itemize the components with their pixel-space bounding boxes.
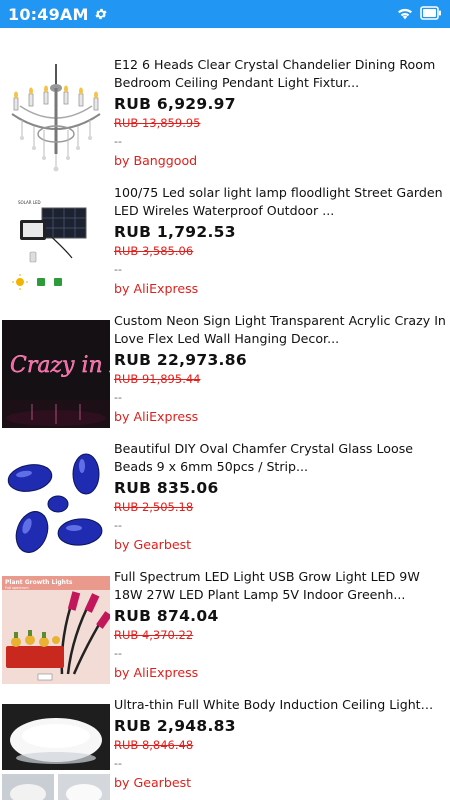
product-info: Full Spectrum LED Light USB Grow Light L… xyxy=(114,568,448,682)
product-old-price: RUB 91,895.44 xyxy=(114,372,201,386)
product-info: E12 6 Heads Clear Crystal Chandelier Din… xyxy=(114,56,448,170)
product-seller: by AliExpress xyxy=(114,665,199,680)
product-image-blue-beads[interactable] xyxy=(2,448,110,556)
product-extra: -- xyxy=(114,263,122,276)
product-old-price: RUB 2,505.18 xyxy=(114,500,194,514)
product-old-price: RUB 3,585.06 xyxy=(114,244,194,258)
product-price: RUB 874.04 xyxy=(114,607,219,625)
product-extra: -- xyxy=(114,519,122,532)
grow-light-image-subtitle: Full spectrum xyxy=(5,586,29,590)
product-title[interactable]: E12 6 Heads Clear Crystal Chandelier Din… xyxy=(114,56,448,92)
product-title[interactable]: Full Spectrum LED Light USB Grow Light L… xyxy=(114,568,448,604)
product-extra: -- xyxy=(114,757,122,770)
battery-icon xyxy=(420,5,442,24)
product-old-price: RUB 8,846.48 xyxy=(114,738,194,752)
svg-text:SOLAR LED: SOLAR LED xyxy=(18,200,41,205)
product-info: 100/75 Led solar light lamp floodlight S… xyxy=(114,184,448,298)
product-old-price: RUB 13,859.95 xyxy=(114,116,201,130)
product-card[interactable]: Ultra-thin Full White Body Induction Cei… xyxy=(0,696,450,800)
product-title[interactable]: Beautiful DIY Oval Chamfer Crystal Glass… xyxy=(114,440,448,476)
wifi-icon xyxy=(396,5,414,24)
status-time: 10:49AM xyxy=(8,4,89,24)
product-title[interactable]: Custom Neon Sign Light Transparent Acryl… xyxy=(114,312,448,348)
product-card[interactable]: SOLAR LED 100/75 Led solar light lamp fl… xyxy=(0,184,450,312)
product-seller: by Gearbest xyxy=(114,775,192,790)
product-title[interactable]: 100/75 Led solar light lamp floodlight S… xyxy=(114,184,448,220)
product-old-price: RUB 4,370.22 xyxy=(114,628,194,642)
grow-light-image-title: Plant Growth Lights xyxy=(5,579,73,586)
product-card[interactable]: Plant Growth Lights Full spectrum Full S… xyxy=(0,568,450,696)
neon-sign-text: Crazy in Love xyxy=(10,353,110,378)
product-image-ceiling-light[interactable] xyxy=(2,704,110,800)
product-extra: -- xyxy=(114,135,122,148)
status-bar: 10:49AM xyxy=(0,0,450,28)
product-seller: by AliExpress xyxy=(114,281,199,296)
product-seller: by Banggood xyxy=(114,153,198,168)
product-extra: -- xyxy=(114,647,122,660)
product-price: RUB 2,948.83 xyxy=(114,717,236,735)
product-image-grow-light[interactable]: Plant Growth Lights Full spectrum xyxy=(2,576,110,684)
product-image-chandelier[interactable] xyxy=(2,64,110,172)
product-info: Ultra-thin Full White Body Induction Cei… xyxy=(114,696,448,792)
product-price: RUB 1,792.53 xyxy=(114,223,236,241)
product-info: Custom Neon Sign Light Transparent Acryl… xyxy=(114,312,448,426)
product-card[interactable]: Beautiful DIY Oval Chamfer Crystal Glass… xyxy=(0,440,450,568)
gear-icon xyxy=(94,7,108,21)
product-price: RUB 6,929.97 xyxy=(114,95,236,113)
product-image-solar-floodlight[interactable]: SOLAR LED xyxy=(2,192,110,300)
product-list: E12 6 Heads Clear Crystal Chandelier Din… xyxy=(0,56,450,800)
product-extra: -- xyxy=(114,391,122,404)
product-card[interactable]: Crazy in Love Custom Neon Sign Light Tra… xyxy=(0,312,450,440)
product-price: RUB 835.06 xyxy=(114,479,219,497)
product-image-neon-sign[interactable]: Crazy in Love xyxy=(2,320,110,428)
product-info: Beautiful DIY Oval Chamfer Crystal Glass… xyxy=(114,440,448,554)
product-seller: by Gearbest xyxy=(114,537,192,552)
product-seller: by AliExpress xyxy=(114,409,199,424)
product-card[interactable]: E12 6 Heads Clear Crystal Chandelier Din… xyxy=(0,56,450,184)
product-price: RUB 22,973.86 xyxy=(114,351,247,369)
product-title[interactable]: Ultra-thin Full White Body Induction Cei… xyxy=(114,696,448,714)
